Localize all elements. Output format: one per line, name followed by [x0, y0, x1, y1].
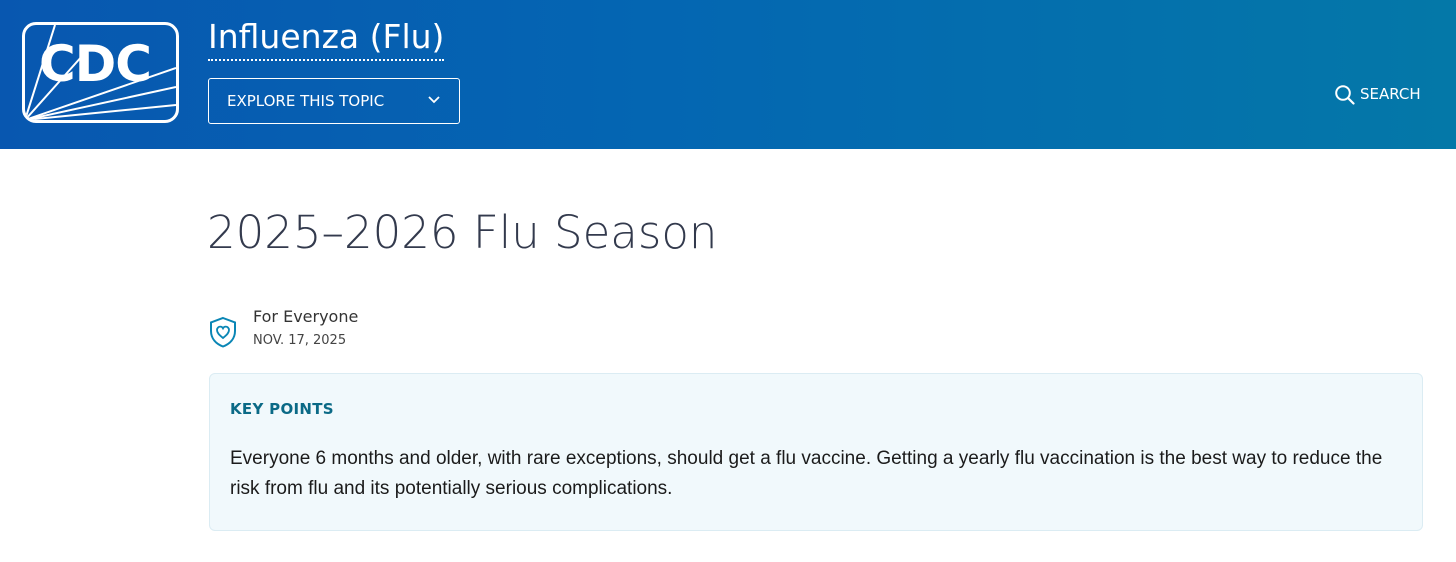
- search-icon: [1335, 84, 1355, 105]
- publish-date: NOV. 17, 2025: [253, 333, 347, 348]
- cdc-logo[interactable]: CDC: [22, 22, 179, 123]
- explore-topic-label: EXPLORE THIS TOPIC: [227, 92, 385, 110]
- logo-text: CDC: [39, 35, 152, 93]
- audience-label: For Everyone: [253, 307, 359, 326]
- search-button[interactable]: SEARCH: [1334, 82, 1421, 106]
- heart-shield-icon: [210, 316, 236, 348]
- explore-topic-button[interactable]: EXPLORE THIS TOPIC: [208, 78, 460, 124]
- site-header: CDC Influenza (Flu) EXPLORE THIS TOPIC S…: [0, 0, 1456, 149]
- site-title-link[interactable]: Influenza (Flu): [208, 17, 445, 61]
- key-points-heading: KEY POINTS: [230, 400, 334, 418]
- chevron-down-icon: [428, 96, 440, 104]
- key-points-box: KEY POINTS Everyone 6 months and older, …: [209, 373, 1423, 531]
- key-points-text: Everyone 6 months and older, with rare e…: [230, 448, 1383, 499]
- page-title: 2025–2026 Flu Season: [207, 206, 718, 259]
- search-label: SEARCH: [1360, 85, 1421, 103]
